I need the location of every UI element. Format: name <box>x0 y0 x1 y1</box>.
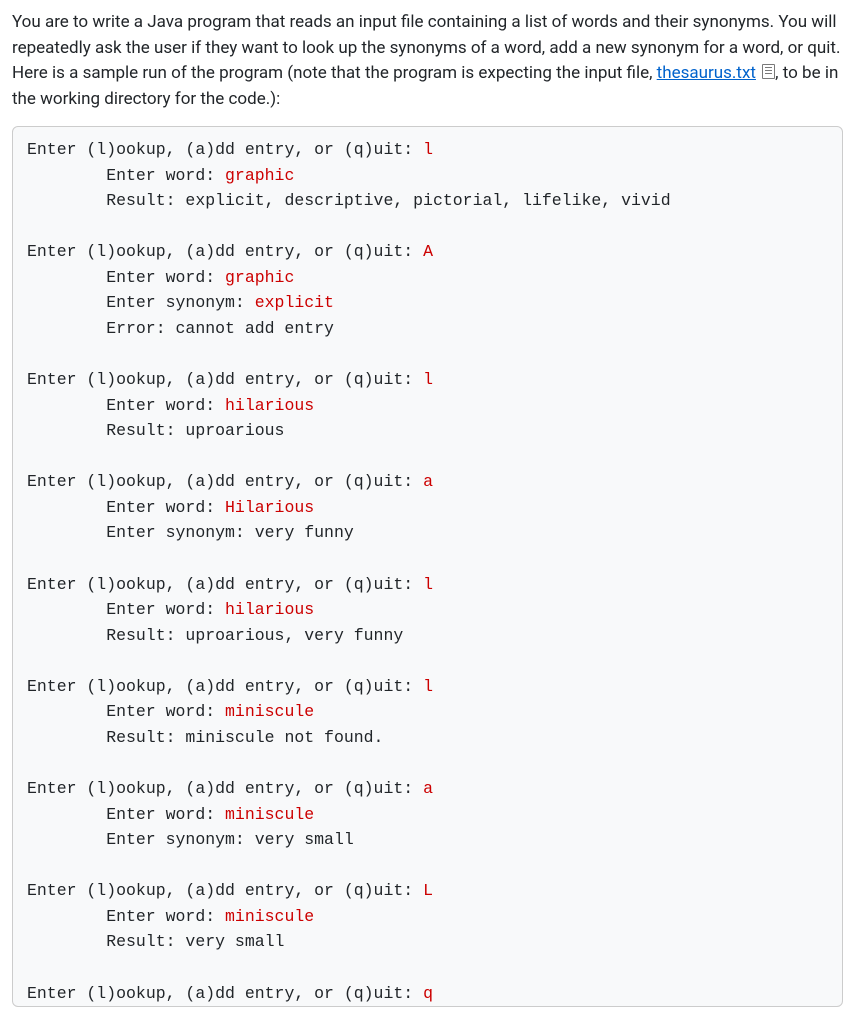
user-input: very small <box>255 830 354 849</box>
result-text: miniscule not found. <box>185 728 383 747</box>
user-input: q <box>423 984 433 1003</box>
prompt-synonym: Enter synonym: <box>106 830 255 849</box>
file-icon[interactable] <box>762 64 775 79</box>
user-input: miniscule <box>225 907 314 926</box>
result-text: explicit, descriptive, pictorial, lifeli… <box>185 191 670 210</box>
prompt-synonym: Enter synonym: <box>106 293 255 312</box>
prompt-word: Enter word: <box>106 600 225 619</box>
prompt-main: Enter (l)ookup, (a)dd entry, or (q)uit: <box>27 779 423 798</box>
prompt-word: Enter word: <box>106 166 225 185</box>
error-text: cannot add entry <box>176 319 334 338</box>
prompt-main: Enter (l)ookup, (a)dd entry, or (q)uit: <box>27 370 423 389</box>
prompt-main: Enter (l)ookup, (a)dd entry, or (q)uit: <box>27 677 423 696</box>
prompt-main: Enter (l)ookup, (a)dd entry, or (q)uit: <box>27 984 423 1003</box>
error-label: Error: <box>106 319 175 338</box>
user-input: hilarious <box>225 600 314 619</box>
user-input: l <box>423 575 433 594</box>
user-input: explicit <box>255 293 334 312</box>
prompt-word: Enter word: <box>106 268 225 287</box>
problem-description: You are to write a Java program that rea… <box>12 10 843 112</box>
user-input: graphic <box>225 166 294 185</box>
prompt-word: Enter word: <box>106 907 225 926</box>
prompt-word: Enter word: <box>106 396 225 415</box>
user-input: very funny <box>255 523 354 542</box>
user-input: l <box>423 140 433 159</box>
prompt-main: Enter (l)ookup, (a)dd entry, or (q)uit: <box>27 881 423 900</box>
user-input: a <box>423 779 433 798</box>
result-label: Result: <box>106 626 185 645</box>
user-input: hilarious <box>225 396 314 415</box>
sample-run-console: Enter (l)ookup, (a)dd entry, or (q)uit: … <box>12 126 843 1007</box>
prompt-word: Enter word: <box>106 702 225 721</box>
prompt-main: Enter (l)ookup, (a)dd entry, or (q)uit: <box>27 472 423 491</box>
prompt-word: Enter word: <box>106 805 225 824</box>
user-input: l <box>423 677 433 696</box>
user-input: l <box>423 370 433 389</box>
user-input: L <box>423 881 433 900</box>
user-input: A <box>423 242 433 261</box>
prompt-main: Enter (l)ookup, (a)dd entry, or (q)uit: <box>27 140 423 159</box>
result-label: Result: <box>106 728 185 747</box>
user-input: Hilarious <box>225 498 314 517</box>
result-label: Result: <box>106 932 185 951</box>
result-label: Result: <box>106 421 185 440</box>
result-text: uproarious <box>185 421 284 440</box>
user-input: miniscule <box>225 805 314 824</box>
prompt-main: Enter (l)ookup, (a)dd entry, or (q)uit: <box>27 575 423 594</box>
prompt-word: Enter word: <box>106 498 225 517</box>
result-text: very small <box>185 932 284 951</box>
user-input: a <box>423 472 433 491</box>
user-input: graphic <box>225 268 294 287</box>
prompt-main: Enter (l)ookup, (a)dd entry, or (q)uit: <box>27 242 423 261</box>
result-text: uproarious, very funny <box>185 626 403 645</box>
user-input: miniscule <box>225 702 314 721</box>
file-link[interactable]: thesaurus.txt <box>657 63 756 83</box>
prompt-synonym: Enter synonym: <box>106 523 255 542</box>
result-label: Result: <box>106 191 185 210</box>
